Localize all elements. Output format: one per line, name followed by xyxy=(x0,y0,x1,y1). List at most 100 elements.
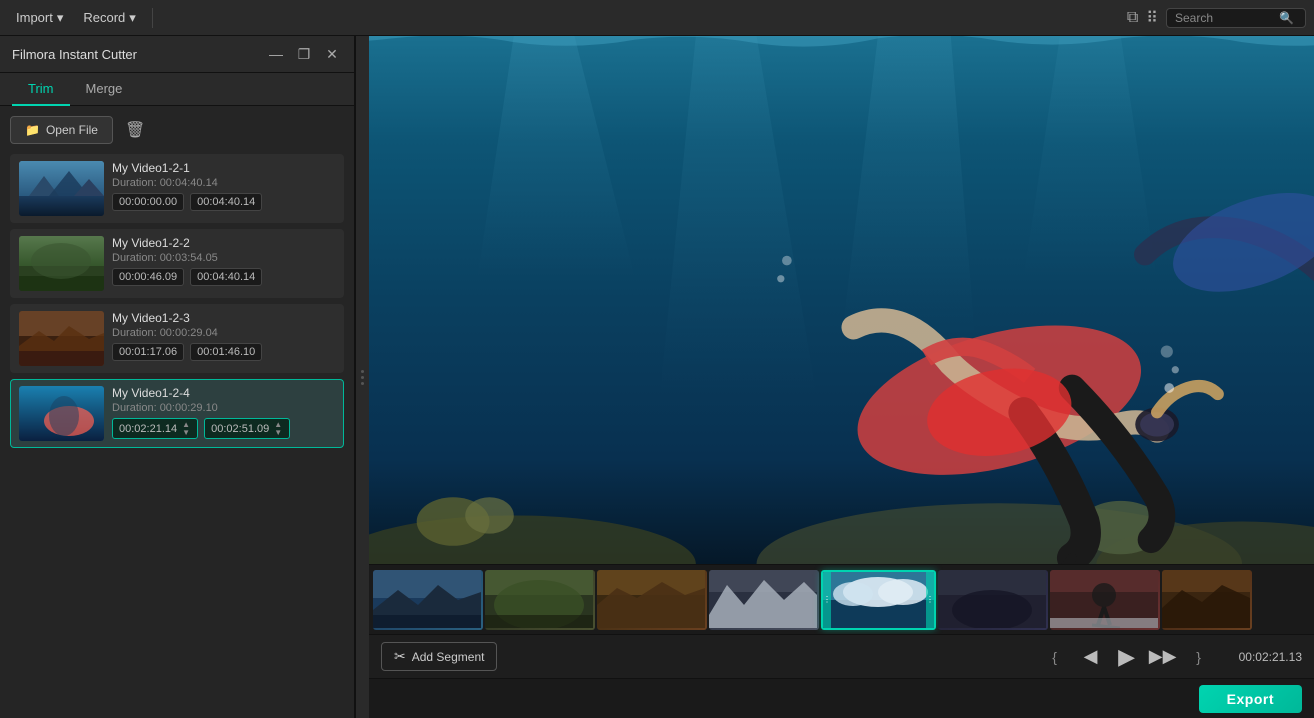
panel-controls: — ❐ ✕ xyxy=(266,44,342,64)
export-button[interactable]: Export xyxy=(1199,685,1302,713)
video-start-3: 00:01:17.06 xyxy=(112,343,184,361)
strip-thumb-5 xyxy=(938,570,1048,630)
delete-button[interactable]: 🗑 xyxy=(121,116,149,144)
record-label: Record xyxy=(83,10,125,25)
video-thumb-3 xyxy=(19,311,104,366)
tab-merge[interactable]: Merge xyxy=(70,73,139,106)
minimize-button[interactable]: — xyxy=(266,44,286,64)
scissors-icon: ✂ xyxy=(394,648,406,665)
tab-bar: Trim Merge xyxy=(0,73,354,106)
strip-thumb-2 xyxy=(485,570,595,630)
video-info-2: My Video1-2-2 Duration: 00:03:54.05 00:0… xyxy=(112,236,335,286)
video-item-2[interactable]: My Video1-2-2 Duration: 00:03:54.05 00:0… xyxy=(10,229,344,298)
add-segment-label: Add Segment xyxy=(412,650,485,664)
video-start-1: 00:00:00.00 xyxy=(112,193,184,211)
open-file-label: Open File xyxy=(46,123,98,137)
video-end-3: 00:01:46.10 xyxy=(190,343,262,361)
timeline-strip: ⋮ ⋮ xyxy=(369,564,1314,634)
right-panel: ⋮ ⋮ xyxy=(369,36,1314,718)
controls-bar: ✂ Add Segment { ◀ ▶ ▶▶ } 00:02:21.13 xyxy=(369,634,1314,678)
strip-thumb-4 xyxy=(709,570,819,630)
video-duration-2: Duration: 00:03:54.05 xyxy=(112,252,335,264)
top-bar: Import ▾ Record ▾ ⧉ ⠿ 🔍 xyxy=(0,0,1314,36)
video-times-1: 00:00:00.00 00:04:40.14 xyxy=(112,193,335,211)
strip-thumb-active: ⋮ ⋮ xyxy=(821,570,936,630)
video-thumb-2 xyxy=(19,236,104,291)
video-item-1[interactable]: My Video1-2-1 Duration: 00:04:40.14 00:0… xyxy=(10,154,344,223)
mark-out-button[interactable]: } xyxy=(1183,641,1215,673)
video-thumb-1 xyxy=(19,161,104,216)
import-chevron-icon: ▾ xyxy=(57,10,64,26)
video-info-1: My Video1-2-1 Duration: 00:04:40.14 00:0… xyxy=(112,161,335,211)
panel-resize-handle[interactable] xyxy=(355,36,369,718)
video-duration-1: Duration: 00:04:40.14 xyxy=(112,177,335,189)
next-frame-icon: ▶▶ xyxy=(1149,646,1177,667)
main-area: Filmora Instant Cutter — ❐ ✕ Trim Merge … xyxy=(0,36,1314,718)
video-end-4[interactable]: 00:02:51.09 ▲ ▼ xyxy=(204,418,290,439)
top-bar-separator xyxy=(152,8,153,28)
video-info-4: My Video1-2-4 Duration: 00:00:29.10 00:0… xyxy=(112,386,335,439)
video-times-2: 00:00:46.09 00:04:40.14 xyxy=(112,268,335,286)
video-item-3[interactable]: My Video1-2-3 Duration: 00:00:29.04 00:0… xyxy=(10,304,344,373)
end-up-button[interactable]: ▲ xyxy=(273,421,283,428)
play-icon: ▶ xyxy=(1118,644,1135,670)
import-button[interactable]: Import ▾ xyxy=(8,6,71,30)
export-label: Export xyxy=(1227,691,1274,707)
video-start-4[interactable]: 00:02:21.14 ▲ ▼ xyxy=(112,418,198,439)
top-bar-right-icons: ⧉ ⠿ 🔍 xyxy=(1127,8,1306,28)
video-preview xyxy=(369,36,1314,564)
start-time-spinners: ▲ ▼ xyxy=(181,421,191,436)
resize-dots xyxy=(361,370,364,385)
left-panel: Filmora Instant Cutter — ❐ ✕ Trim Merge … xyxy=(0,36,355,718)
prev-frame-button[interactable]: ◀ xyxy=(1075,641,1107,673)
video-name-3: My Video1-2-3 xyxy=(112,311,335,325)
video-end-2: 00:04:40.14 xyxy=(190,268,262,286)
next-frame-button[interactable]: ▶▶ xyxy=(1147,641,1179,673)
folder-icon: 📁 xyxy=(25,123,40,137)
file-list-area: 📁 Open File 🗑 xyxy=(0,106,354,718)
search-box: 🔍 xyxy=(1166,8,1306,28)
video-times-3: 00:01:17.06 00:01:46.10 xyxy=(112,343,335,361)
strip-thumb-7 xyxy=(1162,570,1252,630)
video-name-2: My Video1-2-2 xyxy=(112,236,335,250)
filter-icon[interactable]: ⧉ xyxy=(1127,9,1138,27)
panel-title-bar: Filmora Instant Cutter — ❐ ✕ xyxy=(0,36,354,73)
mark-in-button[interactable]: { xyxy=(1039,641,1071,673)
play-button[interactable]: ▶ xyxy=(1111,641,1143,673)
video-start-2: 00:00:46.09 xyxy=(112,268,184,286)
record-button[interactable]: Record ▾ xyxy=(75,6,143,30)
grid-icon[interactable]: ⠿ xyxy=(1146,8,1158,28)
delete-icon: 🗑 xyxy=(125,122,145,139)
strip-handle-right[interactable]: ⋮ xyxy=(926,572,934,628)
video-duration-3: Duration: 00:00:29.04 xyxy=(112,327,335,339)
video-info-3: My Video1-2-3 Duration: 00:00:29.04 00:0… xyxy=(112,311,335,361)
prev-frame-icon: ◀ xyxy=(1084,646,1098,667)
strip-thumb-1 xyxy=(373,570,483,630)
time-display: 00:02:21.13 xyxy=(1239,650,1302,664)
panel-title: Filmora Instant Cutter xyxy=(12,47,137,62)
start-down-button[interactable]: ▼ xyxy=(181,429,191,436)
search-input[interactable] xyxy=(1175,11,1275,25)
open-file-button[interactable]: 📁 Open File xyxy=(10,116,113,144)
import-label: Import xyxy=(16,10,53,25)
open-file-bar: 📁 Open File 🗑 xyxy=(10,116,344,144)
video-item-4[interactable]: My Video1-2-4 Duration: 00:00:29.10 00:0… xyxy=(10,379,344,448)
end-time-spinners: ▲ ▼ xyxy=(273,421,283,436)
end-down-button[interactable]: ▼ xyxy=(273,429,283,436)
restore-button[interactable]: ❐ xyxy=(294,44,314,64)
close-button[interactable]: ✕ xyxy=(322,44,342,64)
video-name-4: My Video1-2-4 xyxy=(112,386,335,400)
strip-handle-left[interactable]: ⋮ xyxy=(823,572,831,628)
video-duration-4: Duration: 00:00:29.10 xyxy=(112,402,335,414)
start-up-button[interactable]: ▲ xyxy=(181,421,191,428)
video-thumb-4 xyxy=(19,386,104,441)
strip-thumb-6 xyxy=(1050,570,1160,630)
video-times-4: 00:02:21.14 ▲ ▼ 00:02:51.09 ▲ ▼ xyxy=(112,418,335,439)
tab-trim[interactable]: Trim xyxy=(12,73,70,106)
record-chevron-icon: ▾ xyxy=(129,10,136,26)
export-bar: Export xyxy=(369,678,1314,718)
add-segment-button[interactable]: ✂ Add Segment xyxy=(381,642,497,671)
strip-thumb-3 xyxy=(597,570,707,630)
video-name-1: My Video1-2-1 xyxy=(112,161,335,175)
playback-controls: { ◀ ▶ ▶▶ } xyxy=(1039,641,1215,673)
